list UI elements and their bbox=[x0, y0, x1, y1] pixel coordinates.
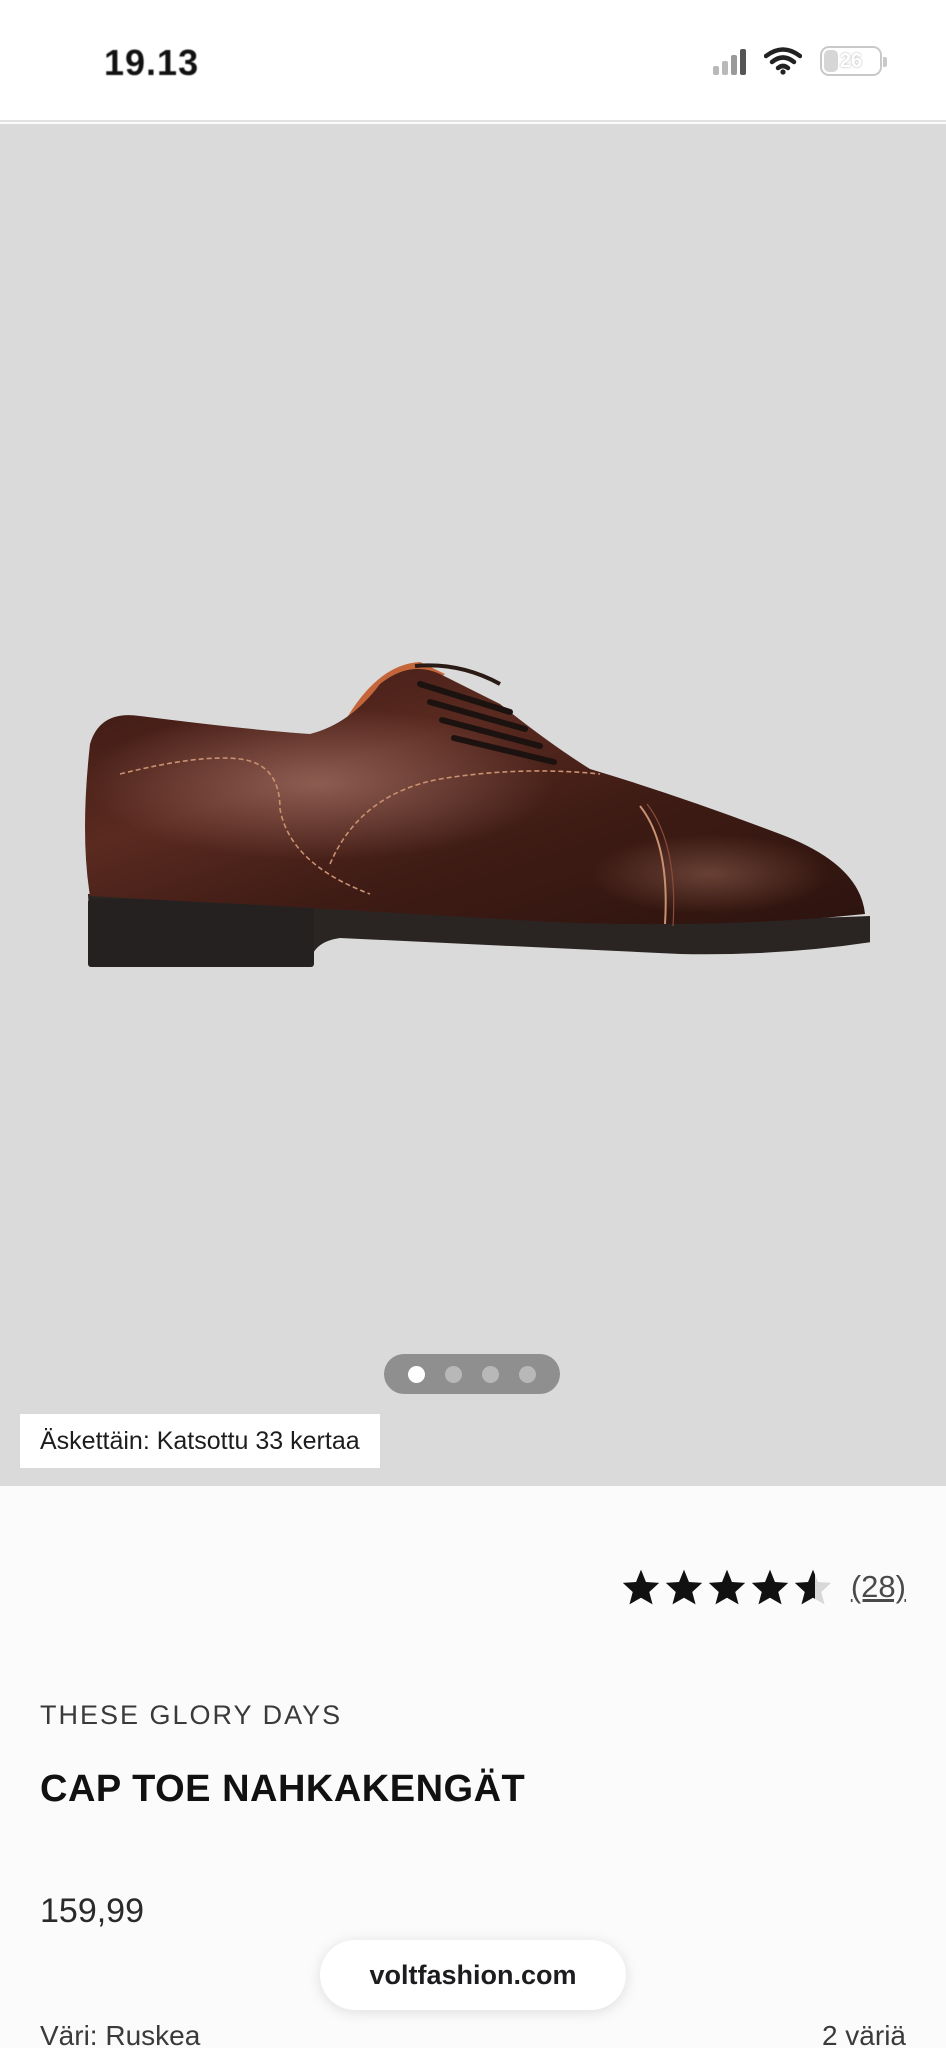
brand-name[interactable]: THESE GLORY DAYS bbox=[40, 1700, 342, 1731]
pager-dot-1[interactable] bbox=[408, 1365, 425, 1383]
color-label: Väri: Ruskea bbox=[40, 2020, 201, 2048]
product-image-shoe[interactable] bbox=[80, 534, 870, 984]
signal-icon bbox=[713, 47, 746, 75]
star-icon bbox=[665, 1569, 703, 1605]
status-time: 19.13 bbox=[104, 42, 200, 83]
battery-percent: 26 bbox=[839, 49, 863, 72]
status-icons: 26 bbox=[713, 46, 887, 76]
star-icon bbox=[751, 1569, 789, 1605]
product-image-gallery[interactable]: Äskettäin: Katsottu 33 kertaa bbox=[0, 124, 946, 1486]
star-icon bbox=[622, 1569, 660, 1605]
color-count[interactable]: 2 väriä bbox=[822, 2020, 906, 2048]
browser-url-bar[interactable]: voltfashion.com bbox=[320, 1940, 626, 2010]
half-star-icon bbox=[794, 1569, 832, 1605]
recently-viewed-badge: Äskettäin: Katsottu 33 kertaa bbox=[20, 1414, 380, 1468]
pager-dot-4[interactable] bbox=[519, 1365, 536, 1383]
pager-dot-2[interactable] bbox=[445, 1365, 462, 1383]
page: 19.13 26 Äskettäin: Katsottu 33 kertaa (… bbox=[0, 0, 946, 2048]
review-count-link[interactable]: (28) bbox=[851, 1569, 906, 1605]
product-title: CAP TOE NAHKAKENGÄT bbox=[40, 1768, 526, 1810]
status-bar: 19.13 26 bbox=[0, 0, 946, 122]
pager-dot-3[interactable] bbox=[482, 1365, 499, 1383]
battery-level bbox=[824, 50, 838, 72]
battery-icon: 26 bbox=[820, 46, 887, 76]
star-rating bbox=[621, 1568, 833, 1606]
product-price: 159,99 bbox=[40, 1892, 144, 1930]
image-pager[interactable] bbox=[384, 1354, 560, 1394]
rating[interactable]: (28) bbox=[621, 1568, 906, 1606]
wifi-icon bbox=[764, 47, 802, 75]
star-icon bbox=[708, 1569, 746, 1605]
